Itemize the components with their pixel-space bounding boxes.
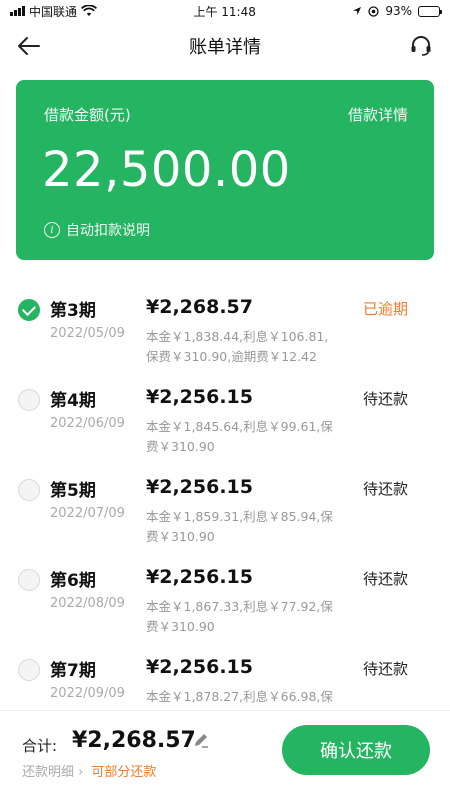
installment-status: 待还款 — [362, 390, 408, 408]
status-bar: 中国联通 上午 11:48 93% — [0, 0, 450, 22]
auto-debit-label: 自动扣款说明 — [66, 223, 150, 239]
installment-row[interactable]: 第4期 2022/06/09 ¥2,256.15 本金￥1,845.64,利息￥… — [0, 380, 450, 470]
battery-icon — [418, 5, 442, 17]
nav-bar: 账单详情 — [0, 22, 450, 70]
loan-amount-label: 借款金额(元) — [44, 106, 131, 124]
loan-amount-card: 借款金额(元) 借款详情 22,500.00 i 自动扣款说明 — [16, 80, 434, 260]
installment-amount: ¥2,256.15 — [146, 386, 253, 408]
installment-date: 2022/05/09 — [50, 326, 125, 341]
installment-amount: ¥2,268.57 — [146, 296, 253, 318]
status-right: 93% — [352, 4, 442, 18]
signal-icon — [10, 6, 25, 16]
battery-percent: 93% — [385, 4, 412, 18]
installment-row[interactable]: 第3期 2022/05/09 ¥2,268.57 本金￥1,838.44,利息￥… — [0, 290, 450, 380]
page-title: 账单详情 — [189, 37, 261, 58]
installment-breakdown: 本金￥1,867.33,利息￥77.92,保费￥310.90 — [146, 599, 333, 634]
installment-status: 待还款 — [362, 480, 408, 498]
loan-amount-value: 22,500.00 — [42, 142, 291, 198]
headset-icon[interactable] — [406, 31, 436, 61]
location-icon — [353, 7, 362, 15]
wifi-icon — [81, 5, 98, 16]
installment-breakdown: 本金￥1,878.27,利息￥66.98,保费￥310.90 — [146, 689, 333, 710]
installment-status: 已逾期 — [362, 300, 408, 318]
installment-period: 第5期 — [50, 481, 96, 501]
confirm-repay-button[interactable]: 确认还款 — [282, 725, 430, 775]
loan-detail-link[interactable]: 借款详情 — [348, 104, 408, 125]
installment-period: 第6期 — [50, 571, 96, 591]
installment-date: 2022/07/09 — [50, 506, 125, 521]
installment-date: 2022/09/09 — [50, 686, 125, 701]
installment-period: 第4期 — [50, 391, 96, 411]
installment-amount: ¥2,256.15 — [146, 566, 253, 588]
carrier-name: 中国联通 — [29, 4, 78, 19]
bottom-links: 还款明细 › 可部分还款 — [22, 761, 156, 780]
select-checkbox[interactable] — [18, 479, 40, 501]
installment-amount: ¥2,256.15 — [146, 476, 253, 498]
info-icon: i — [44, 222, 60, 238]
installment-breakdown: 本金￥1,859.31,利息￥85.94,保费￥310.90 — [146, 509, 333, 544]
installment-status: 待还款 — [362, 570, 408, 588]
select-checkbox[interactable] — [18, 389, 40, 411]
auto-debit-link[interactable]: i 自动扣款说明 — [44, 220, 150, 240]
installment-date: 2022/08/09 — [50, 596, 125, 611]
installment-date: 2022/06/09 — [50, 416, 125, 431]
edit-pencil-icon[interactable] — [192, 731, 210, 753]
partial-repay-link[interactable]: 可部分还款 — [91, 761, 156, 780]
status-left: 中国联通 — [10, 3, 98, 20]
installment-row[interactable]: 第6期 2022/08/09 ¥2,256.15 本金￥1,867.33,利息￥… — [0, 560, 450, 650]
bottom-bar: 合计: ¥2,268.57 还款明细 › 可部分还款 确认还款 — [0, 710, 450, 800]
total-label: 合计: — [22, 737, 58, 755]
repay-detail-link[interactable]: 还款明细 › — [22, 761, 83, 780]
installment-list: 第3期 2022/05/09 ¥2,268.57 本金￥1,838.44,利息￥… — [0, 290, 450, 710]
total-amount: ¥2,268.57 — [72, 728, 196, 753]
installment-period: 第3期 — [50, 301, 96, 321]
installment-amount: ¥2,256.15 — [146, 656, 253, 678]
back-arrow-icon[interactable] — [14, 31, 44, 61]
select-checkbox[interactable] — [18, 299, 40, 321]
select-checkbox[interactable] — [18, 659, 40, 681]
status-time: 上午 11:48 — [193, 4, 256, 19]
installment-row[interactable]: 第5期 2022/07/09 ¥2,256.15 本金￥1,859.31,利息￥… — [0, 470, 450, 560]
installment-breakdown: 本金￥1,845.64,利息￥99.61,保费￥310.90 — [146, 419, 333, 454]
alarm-icon — [368, 5, 379, 17]
installment-period: 第7期 — [50, 661, 96, 681]
installment-status: 待还款 — [362, 660, 408, 678]
installment-breakdown: 本金￥1,838.44,利息￥106.81,保费￥310.90,逾期费￥12.4… — [146, 329, 329, 364]
installment-row[interactable]: 第7期 2022/09/09 ¥2,256.15 本金￥1,878.27,利息￥… — [0, 650, 450, 710]
select-checkbox[interactable] — [18, 569, 40, 591]
